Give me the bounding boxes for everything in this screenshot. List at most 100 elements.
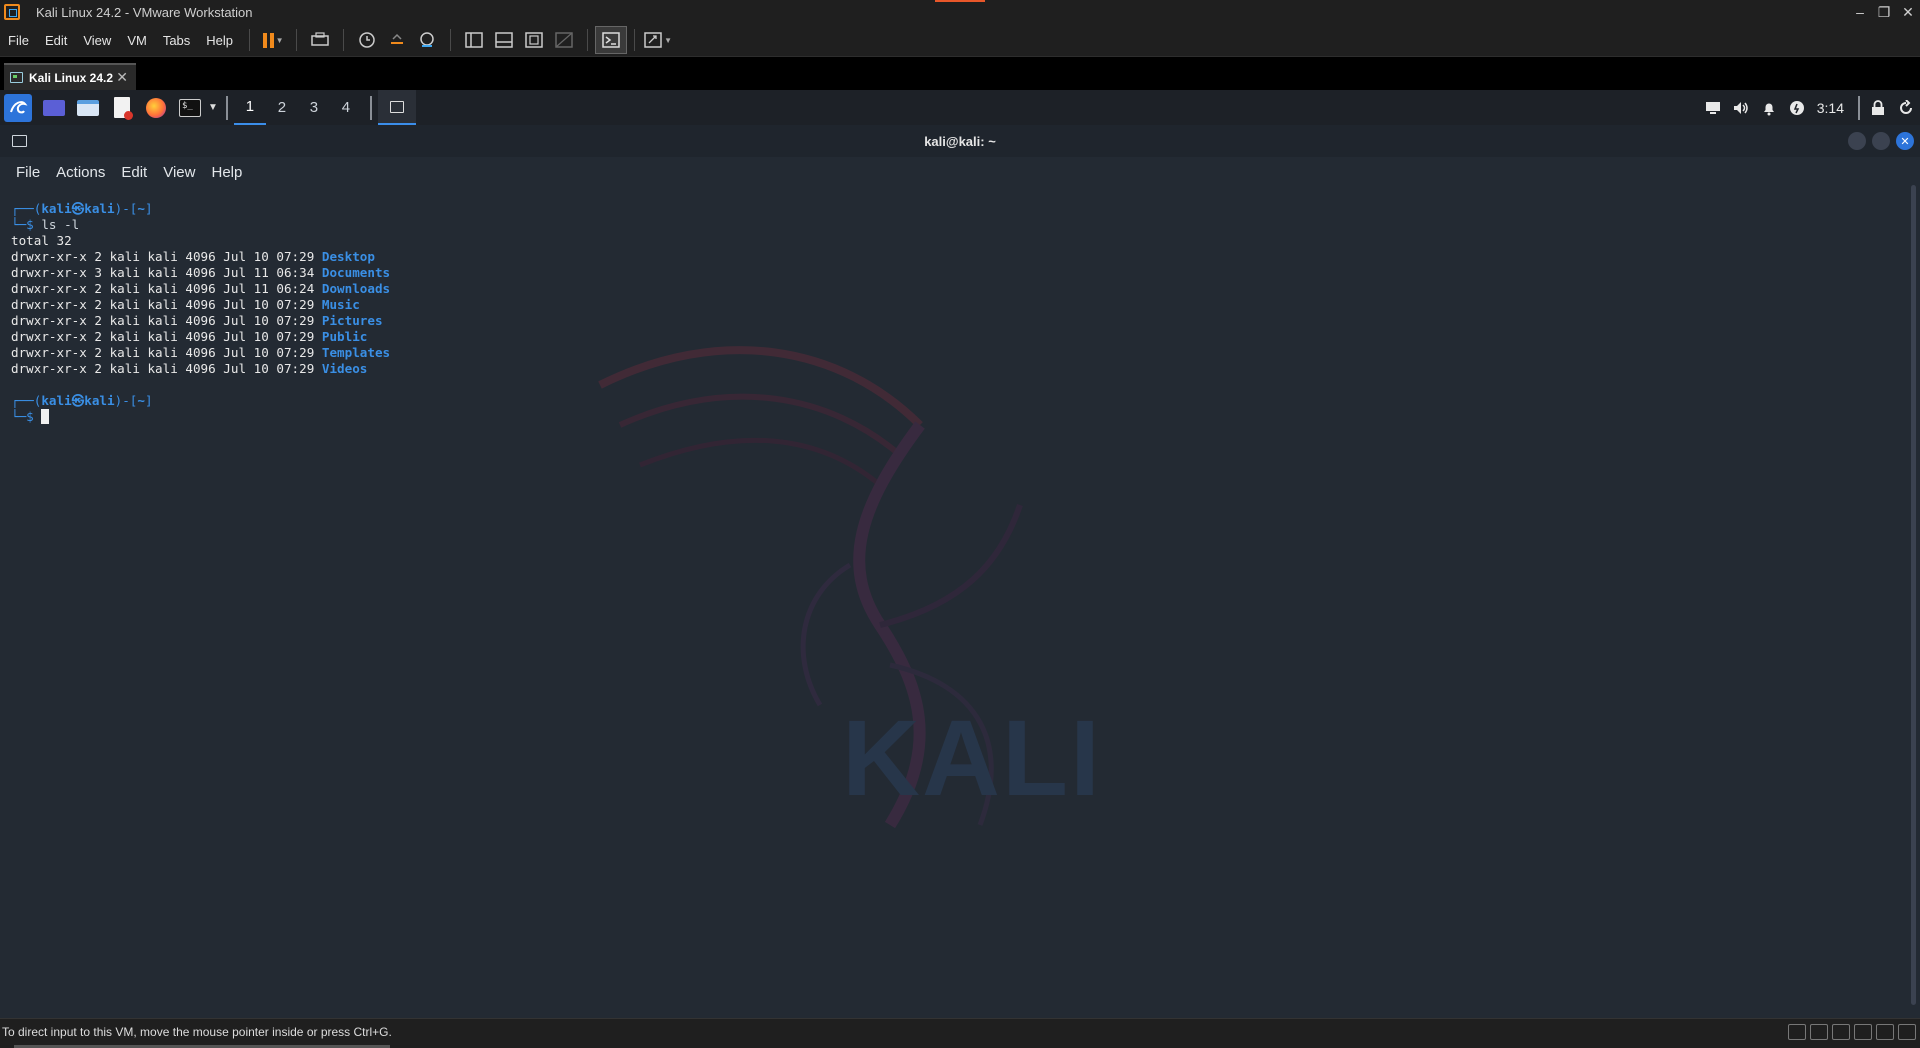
- terminal-output[interactable]: ┌──(kali㉿kali)-[~] └─$ ls -l total 32 drwxr…: [11, 201, 390, 425]
- text-editor-icon: [114, 97, 133, 120]
- listing-row: drwxr-xr-x 2 kali kali 4096 Jul 10 07:29…: [11, 345, 391, 360]
- terminal-maximize-button[interactable]: [1872, 132, 1890, 150]
- panel-separator: [1858, 95, 1860, 120]
- file-manager-icon: [77, 99, 99, 116]
- prompt-line-top: ┌──(kali㉿kali)-[~]: [11, 393, 153, 408]
- terminal-scrollbar[interactable]: [1911, 185, 1916, 1005]
- desktop-icon: [43, 99, 65, 116]
- snapshot-button[interactable]: [352, 27, 382, 53]
- workspace-2[interactable]: 2: [266, 90, 298, 125]
- message-log-icon[interactable]: [1898, 1024, 1916, 1040]
- menu-view[interactable]: View: [75, 33, 119, 48]
- menu-vm[interactable]: VM: [119, 33, 155, 48]
- terminal-menu-help[interactable]: Help: [203, 164, 250, 181]
- usb-icon[interactable]: [1854, 1024, 1872, 1040]
- bell-icon: [1763, 103, 1774, 115]
- desktop-launcher[interactable]: [42, 96, 66, 120]
- show-thumbnail-button[interactable]: [489, 27, 519, 53]
- refresh-icon: [1900, 99, 1912, 114]
- device-status-icons: [1788, 1024, 1916, 1040]
- terminal-menu-edit[interactable]: Edit: [113, 164, 155, 181]
- pause-icon: [262, 32, 274, 48]
- prompt-line-bottom: └─$ ls -l: [11, 217, 80, 232]
- titlebar-accent: [935, 0, 985, 2]
- stretch-guest-button[interactable]: ▼: [643, 27, 673, 53]
- firefox-icon: [146, 97, 166, 118]
- listing-row: drwxr-xr-x 2 kali kali 4096 Jul 10 07:29…: [11, 329, 368, 344]
- chevron-down-icon[interactable]: ▼: [664, 36, 672, 45]
- console-view-button[interactable]: [595, 26, 628, 54]
- show-library-button[interactable]: [459, 27, 489, 53]
- power-icon[interactable]: [1783, 90, 1811, 125]
- monitor-icon: [1705, 101, 1720, 114]
- terminal-icon: $_: [179, 98, 201, 117]
- toolbar-separator: [587, 29, 589, 51]
- stretch-icon: [644, 32, 662, 48]
- clock[interactable]: 3:14: [1811, 100, 1854, 116]
- workspace-3[interactable]: 3: [298, 90, 330, 125]
- workspace-4[interactable]: 4: [330, 90, 362, 125]
- maximize-button[interactable]: ❐: [1872, 0, 1896, 24]
- speaker-icon: [1733, 101, 1748, 114]
- volume-icon[interactable]: [1727, 90, 1755, 125]
- prompt-line-bottom: └─$: [11, 409, 390, 425]
- unity-button[interactable]: [549, 27, 579, 53]
- close-button[interactable]: ✕: [1896, 0, 1920, 24]
- chevron-down-icon[interactable]: ▼: [276, 36, 284, 45]
- send-ctrl-alt-del-button[interactable]: [305, 27, 335, 53]
- menu-tabs[interactable]: Tabs: [155, 33, 198, 48]
- terminal-close-button[interactable]: ✕: [1896, 132, 1914, 150]
- firefox-launcher[interactable]: [144, 96, 168, 120]
- window-controls: – ❐ ✕: [1848, 0, 1920, 24]
- terminal-menubar: File Actions Edit View Help: [0, 157, 1920, 187]
- revert-snapshot-button[interactable]: [382, 27, 412, 53]
- listing-row: drwxr-xr-x 2 kali kali 4096 Jul 10 07:29…: [11, 313, 383, 328]
- panel-separator: [369, 95, 372, 120]
- full-screen-button[interactable]: [519, 27, 549, 53]
- padlock-icon: [1872, 99, 1884, 115]
- terminal-titlebar: kali@kali: ~ ✕: [0, 125, 1920, 157]
- taskbar-terminal-window[interactable]: [377, 90, 416, 125]
- notifications-icon[interactable]: [1755, 90, 1783, 125]
- battery-icon: [1789, 100, 1804, 115]
- sidebar-icon: [465, 32, 483, 48]
- terminal-launcher[interactable]: $_: [178, 96, 202, 120]
- toolbar-separator: [296, 29, 298, 51]
- menu-file[interactable]: File: [0, 33, 37, 48]
- vmware-tabbar: Kali Linux 24.2 ✕: [0, 57, 1920, 90]
- menu-edit[interactable]: Edit: [37, 33, 75, 48]
- listing-total: total 32: [11, 233, 72, 248]
- suspend-button[interactable]: ▼: [258, 27, 288, 53]
- listing-row: drwxr-xr-x 3 kali kali 4096 Jul 11 06:34…: [11, 265, 391, 280]
- sound-card-icon[interactable]: [1832, 1024, 1850, 1040]
- thumbnail-icon: [495, 32, 513, 48]
- text-editor-launcher[interactable]: [110, 96, 134, 120]
- snapshot-manager-button[interactable]: [412, 27, 442, 53]
- toolbar-separator: [634, 29, 636, 51]
- tab-kali-linux[interactable]: Kali Linux 24.2 ✕: [4, 63, 136, 90]
- display-icon[interactable]: [1699, 90, 1727, 125]
- panel-separator: [225, 95, 228, 120]
- minimize-button[interactable]: –: [1848, 0, 1872, 24]
- tab-close-icon[interactable]: ✕: [116, 69, 128, 86]
- network-icon[interactable]: [1810, 1024, 1828, 1040]
- logout-icon[interactable]: [1892, 90, 1920, 125]
- printer-icon[interactable]: [1876, 1024, 1894, 1040]
- kali-menu-icon[interactable]: [4, 93, 32, 122]
- terminal-menu-file[interactable]: File: [8, 164, 48, 181]
- terminal-menu-view[interactable]: View: [155, 164, 203, 181]
- terminal-minimize-button[interactable]: [1848, 132, 1866, 150]
- workspace-1[interactable]: 1: [233, 90, 266, 125]
- menu-help[interactable]: Help: [198, 33, 241, 48]
- terminal-window-icon: [389, 100, 404, 113]
- terminal-menu-actions[interactable]: Actions: [48, 164, 113, 181]
- lock-icon[interactable]: [1864, 90, 1892, 125]
- terminal-title: kali@kali: ~: [924, 133, 996, 149]
- chevron-down-icon[interactable]: ▼: [208, 102, 218, 113]
- terminal-window[interactable]: kali@kali: ~ ✕ File Actions Edit View He…: [0, 125, 1920, 1018]
- vmware-menubar: File Edit View VM Tabs Help ▼ ▼: [0, 24, 1920, 57]
- hard-disk-icon[interactable]: [1788, 1024, 1806, 1040]
- listing-row: drwxr-xr-x 2 kali kali 4096 Jul 10 07:29…: [11, 297, 360, 312]
- file-manager-launcher[interactable]: [76, 96, 100, 120]
- command-text: ls -l: [41, 217, 80, 232]
